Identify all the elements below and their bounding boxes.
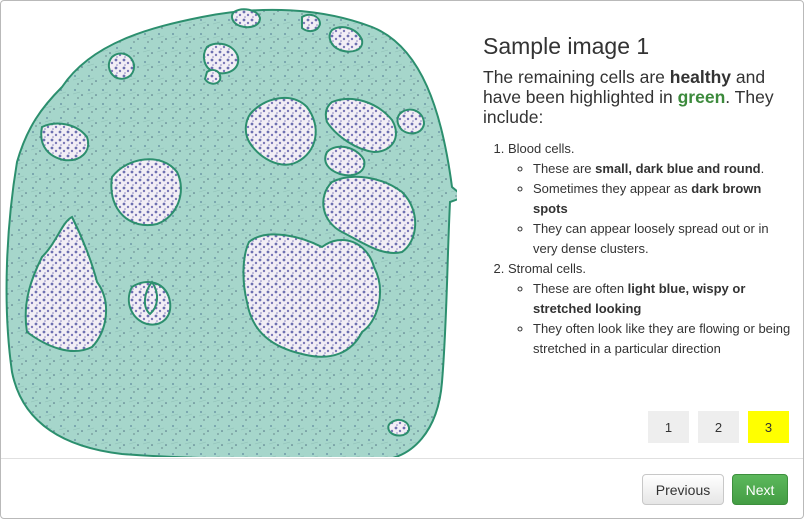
- sub-list: These are small, dark blue and round. So…: [508, 159, 793, 259]
- page-button-2[interactable]: 2: [698, 411, 739, 443]
- tumour-region: [202, 42, 240, 75]
- intro-emphasis-healthy: healthy: [669, 67, 732, 87]
- sample-dialog: Sample image 1 The remaining cells are h…: [0, 0, 804, 519]
- bullet-text: These are often: [533, 281, 628, 296]
- bullet-text: They can appear loosely spread out or in…: [533, 221, 769, 256]
- next-button[interactable]: Next: [732, 474, 788, 505]
- bullet-text: These are: [533, 161, 596, 176]
- list-item: They often look like they are flowing or…: [533, 319, 793, 359]
- list-item-blood-cells: Blood cells. These are small, dark blue …: [508, 139, 793, 259]
- list-item: Sometimes they appear as dark brown spot…: [533, 179, 793, 219]
- intro-text: The remaining cells are healthy and have…: [483, 67, 793, 127]
- intro-part: The remaining cells are: [483, 67, 670, 87]
- sub-list: These are often light blue, wispy or str…: [508, 279, 793, 359]
- cell-type-name: Blood cells.: [508, 141, 575, 156]
- tumour-region: [301, 13, 322, 33]
- bullet-bold: small, dark blue and round: [595, 161, 761, 176]
- list-item: These are small, dark blue and round.: [533, 159, 793, 179]
- tumour-region: [396, 108, 426, 135]
- pagination: 1 2 3: [648, 411, 789, 443]
- tissue-sample-image: [2, 2, 457, 457]
- tissue-overlay-graphic: [5, 8, 457, 457]
- page-button-3[interactable]: 3: [748, 411, 789, 443]
- tumour-region: [231, 8, 262, 29]
- tumour-region: [107, 52, 136, 80]
- previous-button[interactable]: Previous: [642, 474, 724, 505]
- cell-type-list: Blood cells. These are small, dark blue …: [483, 139, 793, 359]
- intro-emphasis-green: green: [677, 87, 726, 107]
- instructions-panel: Sample image 1 The remaining cells are h…: [483, 32, 793, 359]
- bullet-text: .: [760, 161, 765, 176]
- list-item: They can appear loosely spread out or in…: [533, 219, 793, 259]
- dialog-footer: Previous Next: [1, 458, 803, 518]
- bullet-text: They often look like they are flowing or…: [533, 321, 791, 356]
- page-button-1[interactable]: 1: [648, 411, 689, 443]
- page-title: Sample image 1: [483, 33, 650, 59]
- tumour-region: [110, 158, 182, 227]
- list-item: These are often light blue, wispy or str…: [533, 279, 793, 319]
- list-item-stromal-cells: Stromal cells. These are often light blu…: [508, 259, 793, 359]
- bullet-text: Sometimes they appear as: [533, 181, 692, 196]
- cell-type-name: Stromal cells.: [508, 261, 587, 276]
- tumour-region: [203, 69, 222, 85]
- tumour-region: [387, 419, 411, 437]
